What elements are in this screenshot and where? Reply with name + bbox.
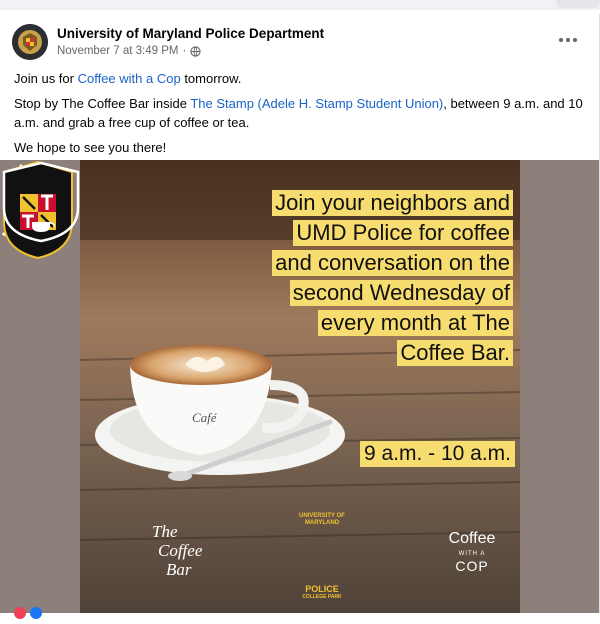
police-badge-avatar-icon — [12, 24, 48, 60]
meta-separator: · — [182, 45, 187, 57]
post-text: Join us for Coffee with a Cop tomorrow. … — [14, 69, 584, 163]
post-line-1: Join us for Coffee with a Cop tomorrow. — [14, 71, 242, 86]
post-timestamp[interactable]: November 7 at 3:49 PM — [57, 45, 178, 57]
event-time: 9 a.m. - 10 a.m. — [359, 441, 515, 467]
headline-line-3: and conversation on the — [272, 250, 513, 276]
reaction-icons[interactable] — [14, 606, 43, 624]
post-card: University of Maryland Police Department… — [0, 14, 600, 613]
police-badge-sub: COLLEGE PARK — [302, 594, 342, 600]
headline-line-2: UMD Police for coffee — [293, 220, 513, 246]
coffee-bar-logo: The Coffee Bar — [152, 522, 232, 579]
police-badge-top-text: UNIVERSITY OF MARYLAND — [299, 513, 345, 526]
post-image[interactable]: Café Join your neighbors and UMD Police … — [0, 160, 599, 613]
love-reaction-icon — [14, 607, 26, 619]
cwac-coffee-text: Coffee — [448, 530, 496, 547]
cwac-cop-text: COP — [455, 558, 489, 574]
top-strip — [0, 0, 600, 10]
globe-icon[interactable] — [190, 45, 201, 57]
post-line-2: Stop by The Coffee Bar inside The Stamp … — [14, 96, 583, 130]
post-header: University of Maryland Police Department… — [12, 24, 587, 64]
headline-line-1: Join your neighbors and — [272, 190, 513, 216]
top-corner-button[interactable] — [556, 0, 600, 8]
page-name[interactable]: University of Maryland Police Department — [57, 26, 324, 41]
more-options-icon — [559, 38, 563, 42]
more-options-button[interactable] — [553, 30, 583, 50]
police-badge-label: POLICE COLLEGE PARK — [297, 585, 347, 601]
coffee-with-a-cop-link[interactable]: Coffee with a Cop — [78, 71, 181, 86]
headline-line-5: every month at The — [317, 310, 513, 336]
headline-line-4: second Wednesday of — [289, 280, 513, 306]
avatar[interactable] — [12, 24, 48, 60]
coffee-bar-logo-coffee: Coffee — [158, 541, 203, 560]
the-stamp-link[interactable]: The Stamp (Adele H. Stamp Student Union) — [190, 96, 443, 111]
like-reaction-icon — [30, 607, 43, 619]
coffee-bar-logo-bar: Bar — [166, 560, 192, 579]
cwac-with-text: WITH A — [458, 551, 486, 557]
post-meta: November 7 at 3:49 PM · — [57, 45, 201, 57]
coffee-bar-logo-the: The — [152, 522, 178, 541]
headline-line-6: Coffee Bar. — [397, 340, 513, 366]
post-line-3: We hope to see you there! — [14, 140, 167, 155]
police-badge-title: POLICE — [305, 584, 339, 594]
coffee-with-a-cop-badge-icon — [2, 161, 80, 243]
cup-text: Café — [192, 410, 218, 425]
